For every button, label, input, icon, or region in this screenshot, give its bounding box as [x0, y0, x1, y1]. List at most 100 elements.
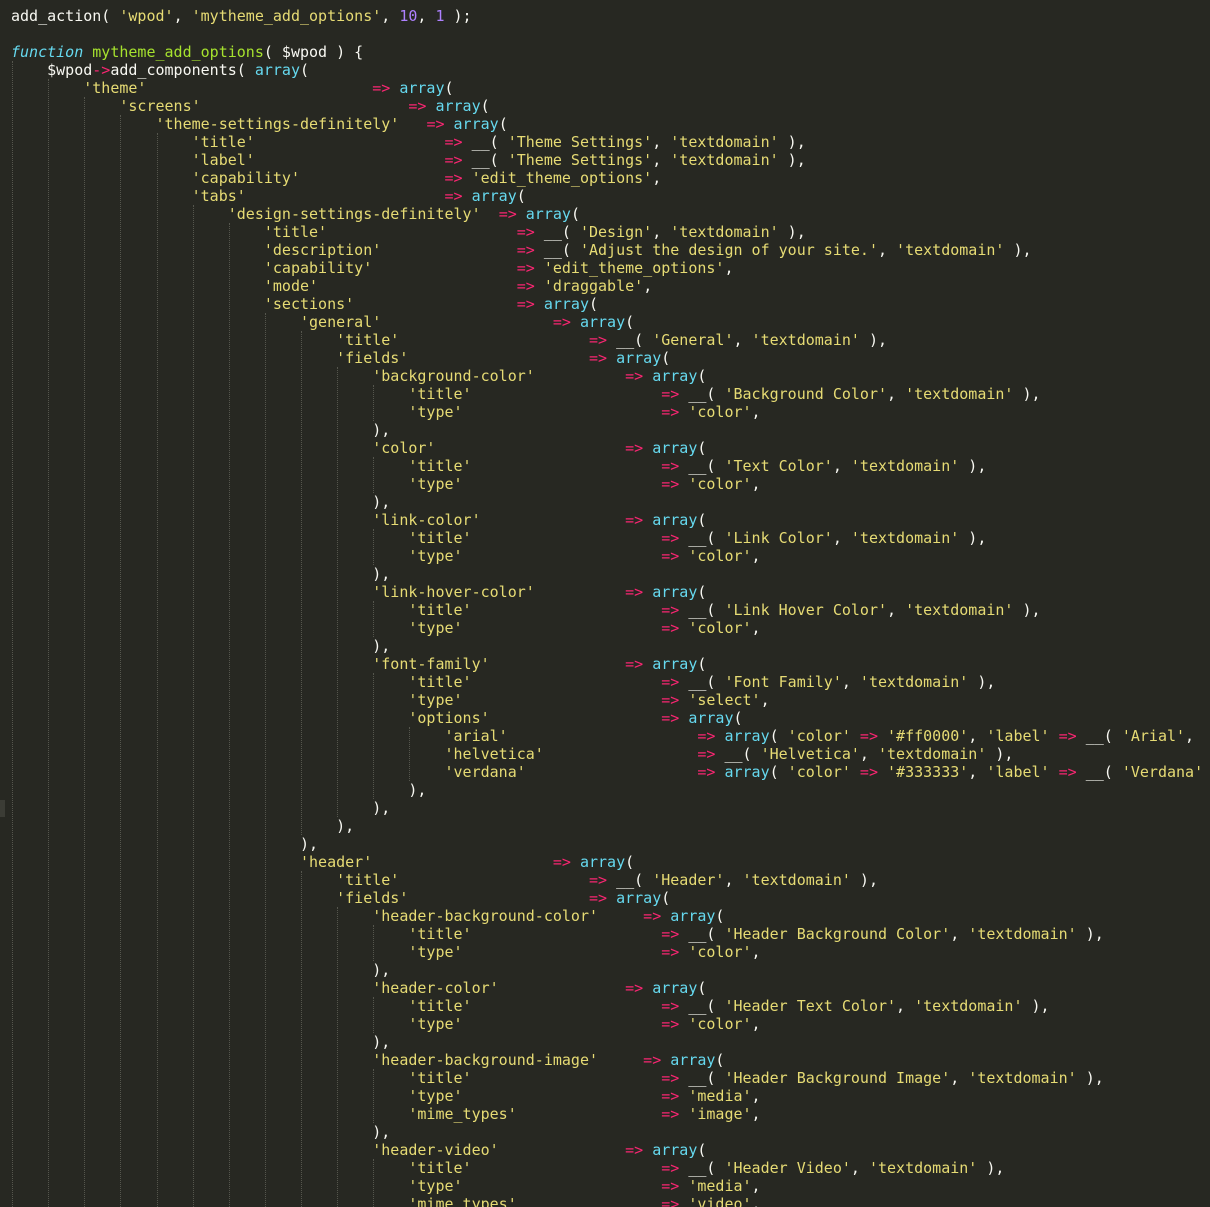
code-token: 'arial' — [444, 727, 508, 745]
code-token: 'capability' — [263, 259, 373, 277]
code-token: 'Text Color' — [724, 457, 833, 475]
code-line: 'title' => __( 'Link Hover Color', 'text… — [11, 601, 1040, 619]
code-token: , — [652, 223, 671, 241]
code-token: __( — [462, 133, 508, 151]
code-line: 'general' => array( — [11, 313, 634, 331]
code-token: ), — [959, 457, 987, 475]
code-token: 'type' — [408, 943, 463, 961]
code-token: , — [950, 925, 969, 943]
code-token: 'textdomain' — [742, 871, 851, 889]
code-editor[interactable]: add_action( 'wpod', 'mytheme_add_options… — [0, 0, 1210, 1207]
code-line: 'type' => 'color', — [11, 1015, 760, 1033]
code-token: 'link-color' — [372, 511, 481, 529]
code-token: 'screens' — [119, 97, 201, 115]
code-line: ), — [11, 799, 390, 817]
code-line: 'type' => 'media', — [11, 1177, 760, 1195]
code-token: => — [859, 763, 878, 781]
code-line: 'header-video' => array( — [11, 1141, 706, 1159]
code-token: ( — [516, 187, 526, 205]
code-token: 'textdomain' — [859, 673, 969, 691]
code-token: => — [661, 997, 680, 1015]
code-token: 'color' — [688, 943, 752, 961]
code-token: 'General' — [652, 331, 734, 349]
code-token: array — [453, 115, 499, 133]
code-token: array — [724, 763, 770, 781]
code-token: array — [579, 313, 626, 331]
code-token: 'title' — [191, 133, 255, 151]
code-token: , — [968, 727, 987, 745]
code-token: => — [444, 133, 463, 151]
code-token: ( — [661, 889, 671, 907]
code-token: ), — [778, 223, 806, 241]
code-token: __( — [679, 997, 725, 1015]
code-token: => — [625, 979, 644, 997]
code-token: array — [652, 1141, 698, 1159]
code-token: ), — [372, 1123, 391, 1141]
code-token: ), — [968, 673, 996, 691]
code-token: => — [661, 457, 680, 475]
code-token: => — [625, 583, 644, 601]
code-token: 'Header Background Image' — [724, 1069, 951, 1087]
code-token: array — [525, 205, 571, 223]
code-token: 'Header Video' — [724, 1159, 851, 1177]
code-token: 'label' — [191, 151, 255, 169]
code-token: 'fields' — [336, 889, 409, 907]
code-token: => — [516, 277, 535, 295]
code-token: => — [643, 907, 662, 925]
code-token: => — [516, 241, 535, 259]
code-token: array — [724, 727, 770, 745]
code-line: 'label' => __( 'Theme Settings', 'textdo… — [11, 151, 806, 169]
code-token: __( — [679, 673, 725, 691]
code-token: , — [859, 745, 878, 763]
code-token: ( — [769, 727, 788, 745]
code-token: => — [625, 367, 644, 385]
code-token: 10 — [399, 7, 418, 25]
code-token: => — [552, 313, 571, 331]
code-token: 'Header Text Color' — [724, 997, 897, 1015]
code-line: ), — [11, 781, 426, 799]
code-token: array — [579, 853, 626, 871]
code-token: , — [760, 691, 770, 709]
code-token: ( — [769, 763, 788, 781]
code-token: ( — [589, 295, 599, 313]
code-token: 'mode' — [263, 277, 319, 295]
code-line: 'font-family' => array( — [11, 655, 706, 673]
code-token: , — [751, 1087, 761, 1105]
code-token: 'design-settings-definitely' — [227, 205, 481, 223]
code-line: ), — [11, 565, 390, 583]
code-token: ), — [372, 799, 391, 817]
code-token: ), — [1022, 997, 1050, 1015]
code-token: , — [877, 241, 897, 259]
code-token: , — [381, 7, 400, 25]
code-token: => — [643, 1051, 662, 1069]
code-line: 'title' => __( 'Background Color', 'text… — [11, 385, 1040, 403]
code-token: 'textdomain' — [905, 385, 1014, 403]
code-token: => — [516, 223, 535, 241]
code-token: ( — [697, 979, 707, 997]
code-token: 'header-background-image' — [372, 1051, 599, 1069]
code-token: '#333333' — [887, 763, 969, 781]
code-token: => — [498, 205, 517, 223]
code-token: => — [661, 691, 680, 709]
